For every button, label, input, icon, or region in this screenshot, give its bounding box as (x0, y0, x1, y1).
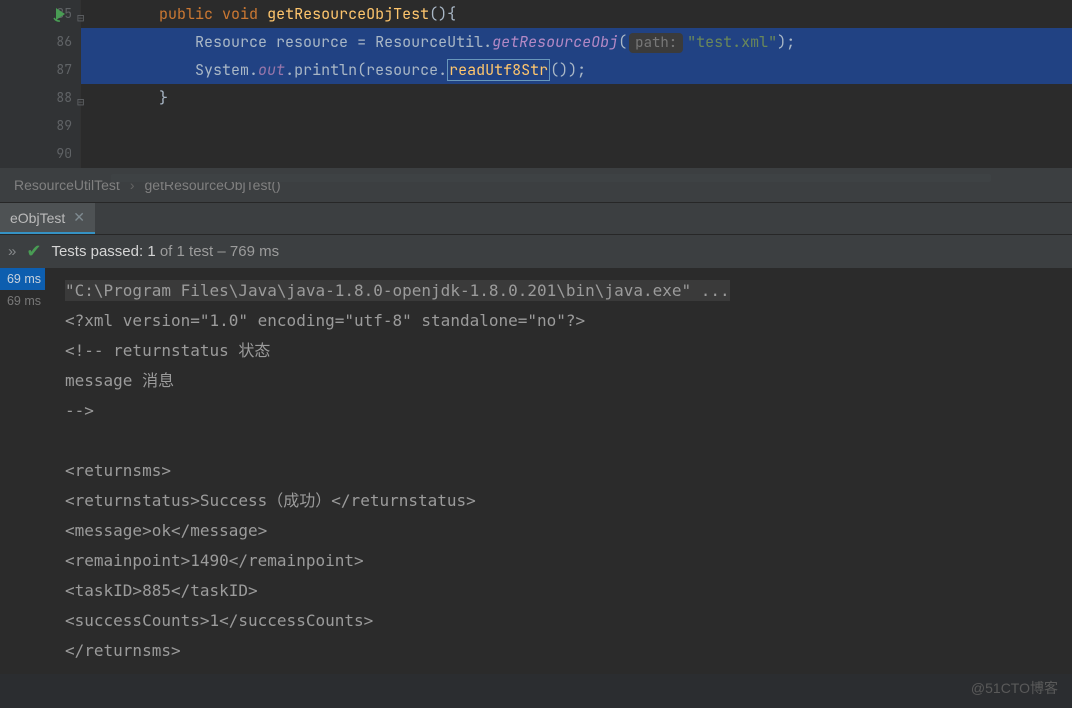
static-field: out (258, 60, 285, 80)
code-line[interactable]: } (81, 84, 1072, 112)
line-number[interactable]: 87 (0, 56, 72, 84)
parameter-hint: path: (629, 33, 683, 53)
identifier: resource (366, 60, 438, 80)
console-line: <returnsms> (65, 456, 1052, 486)
console-line: <message>ok</message> (65, 516, 1052, 546)
code-line[interactable]: public void getResourceObjTest(){ (81, 0, 1072, 28)
method-name: getResourceObjTest (267, 4, 429, 24)
fold-handle-icon[interactable]: ⊟ (77, 4, 84, 32)
run-tool-window: 69 ms 69 ms "C:\Program Files\Java\java-… (0, 268, 1072, 674)
static-method: getResourceObj (492, 32, 618, 52)
type: Resource (195, 32, 267, 52)
method-call: readUtf8Str (447, 59, 550, 81)
keyword: void (222, 4, 258, 24)
code-line[interactable] (81, 140, 1072, 168)
console-output[interactable]: "C:\Program Files\Java\java-1.8.0-openjd… (45, 268, 1072, 674)
tool-window-tabs: eObjTest ✕ (0, 202, 1072, 234)
close-icon[interactable]: ✕ (73, 209, 85, 226)
code-text: (){ (429, 4, 456, 24)
run-configuration-tab[interactable]: eObjTest ✕ (0, 203, 95, 234)
chevron-right-icon[interactable]: » (8, 243, 16, 260)
identifier: resource (276, 32, 348, 52)
breadcrumb-item[interactable]: ResourceUtilTest (14, 177, 120, 193)
console-line: <taskID>885</taskID> (65, 576, 1052, 606)
console-line: <successCounts>1</successCounts> (65, 606, 1052, 636)
fold-handle-icon[interactable]: ⊟ (77, 88, 84, 116)
editor-area: 85 86 87 88 89 90 ⊟ ⊟ public void getRes… (0, 0, 1072, 168)
status-text: Tests passed: (51, 243, 143, 260)
line-number[interactable]: 88 (0, 84, 72, 112)
horizontal-scrollbar[interactable] (111, 174, 991, 182)
test-tree[interactable]: 69 ms 69 ms (0, 268, 45, 674)
console-line: <?xml version="1.0" encoding="utf-8" sta… (65, 306, 1052, 336)
console-line: </returnsms> (65, 636, 1052, 666)
console-line: <remainpoint>1490</remainpoint> (65, 546, 1052, 576)
console-line: <returnstatus>Success（成功）</returnstatus> (65, 486, 1052, 516)
line-number[interactable]: 85 (0, 0, 72, 28)
operator: = (357, 32, 366, 52)
line-number[interactable]: 90 (0, 140, 72, 168)
passed-count: 1 (147, 243, 155, 260)
type: System (195, 60, 249, 80)
status-suffix: of 1 test – 769 ms (160, 243, 279, 260)
editor-gutter: 85 86 87 88 89 90 (0, 0, 80, 168)
test-duration[interactable]: 69 ms (0, 290, 45, 312)
code-panel[interactable]: ⊟ ⊟ public void getResourceObjTest(){ Re… (80, 0, 1072, 168)
line-number[interactable]: 89 (0, 112, 72, 140)
test-duration[interactable]: 69 ms (0, 268, 45, 290)
keyword: public (159, 4, 213, 24)
console-line (65, 426, 1052, 456)
console-command: "C:\Program Files\Java\java-1.8.0-openjd… (65, 280, 730, 301)
method-call: println (294, 60, 357, 80)
watermark: @51CTO博客 (971, 678, 1058, 698)
code-text: } (159, 88, 168, 108)
code-text: ()); (550, 60, 586, 80)
code-text: ); (777, 32, 795, 52)
test-status-bar: » ✔ Tests passed: 1 of 1 test – 769 ms (0, 234, 1072, 268)
check-icon: ✔ (26, 241, 41, 262)
code-line[interactable] (81, 112, 1072, 140)
type: ResourceUtil (375, 32, 483, 52)
code-line[interactable]: Resource resource = ResourceUtil.getReso… (81, 28, 1072, 56)
tab-label: eObjTest (10, 210, 65, 226)
code-line[interactable]: System.out.println(resource.readUtf8Str(… (81, 56, 1072, 84)
console-line: --> (65, 396, 1052, 426)
string-literal: "test.xml" (687, 32, 777, 52)
line-number[interactable]: 86 (0, 28, 72, 56)
console-line: <!-- returnstatus 状态 (65, 336, 1052, 366)
console-line: message 消息 (65, 366, 1052, 396)
